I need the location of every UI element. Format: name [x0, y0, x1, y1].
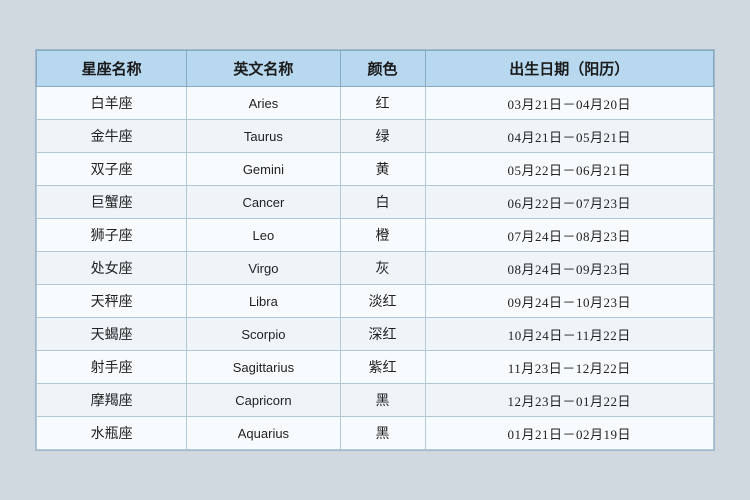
- zodiac-en: Leo: [187, 219, 340, 252]
- zodiac-color: 紫红: [340, 351, 425, 384]
- zodiac-zh: 处女座: [37, 252, 187, 285]
- table-row: 双子座Gemini黄05月22日－06月21日: [37, 153, 714, 186]
- zodiac-color: 绿: [340, 120, 425, 153]
- table-row: 射手座Sagittarius紫红11月23日－12月22日: [37, 351, 714, 384]
- table-header-row: 星座名称 英文名称 颜色 出生日期（阳历）: [37, 51, 714, 87]
- zodiac-zh: 金牛座: [37, 120, 187, 153]
- zodiac-table-wrapper: 星座名称 英文名称 颜色 出生日期（阳历） 白羊座Aries红03月21日－04…: [35, 49, 715, 451]
- zodiac-zh: 狮子座: [37, 219, 187, 252]
- zodiac-zh: 水瓶座: [37, 417, 187, 450]
- zodiac-dates: 10月24日－11月22日: [425, 318, 714, 351]
- col-header-color: 颜色: [340, 51, 425, 87]
- zodiac-color: 红: [340, 87, 425, 120]
- table-row: 天蝎座Scorpio深红10月24日－11月22日: [37, 318, 714, 351]
- zodiac-color: 橙: [340, 219, 425, 252]
- zodiac-dates: 07月24日－08月23日: [425, 219, 714, 252]
- table-row: 水瓶座Aquarius黑01月21日－02月19日: [37, 417, 714, 450]
- table-row: 狮子座Leo橙07月24日－08月23日: [37, 219, 714, 252]
- zodiac-color: 淡红: [340, 285, 425, 318]
- zodiac-table: 星座名称 英文名称 颜色 出生日期（阳历） 白羊座Aries红03月21日－04…: [36, 50, 714, 450]
- zodiac-color: 黑: [340, 384, 425, 417]
- zodiac-color: 深红: [340, 318, 425, 351]
- zodiac-en: Virgo: [187, 252, 340, 285]
- zodiac-en: Libra: [187, 285, 340, 318]
- zodiac-en: Aries: [187, 87, 340, 120]
- zodiac-dates: 08月24日－09月23日: [425, 252, 714, 285]
- zodiac-zh: 射手座: [37, 351, 187, 384]
- zodiac-en: Taurus: [187, 120, 340, 153]
- zodiac-color: 白: [340, 186, 425, 219]
- zodiac-en: Scorpio: [187, 318, 340, 351]
- table-row: 摩羯座Capricorn黑12月23日－01月22日: [37, 384, 714, 417]
- zodiac-dates: 12月23日－01月22日: [425, 384, 714, 417]
- zodiac-en: Capricorn: [187, 384, 340, 417]
- zodiac-dates: 03月21日－04月20日: [425, 87, 714, 120]
- zodiac-color: 黑: [340, 417, 425, 450]
- zodiac-zh: 天蝎座: [37, 318, 187, 351]
- zodiac-dates: 05月22日－06月21日: [425, 153, 714, 186]
- col-header-zh: 星座名称: [37, 51, 187, 87]
- zodiac-en: Cancer: [187, 186, 340, 219]
- zodiac-zh: 天秤座: [37, 285, 187, 318]
- zodiac-dates: 04月21日－05月21日: [425, 120, 714, 153]
- zodiac-color: 黄: [340, 153, 425, 186]
- table-row: 巨蟹座Cancer白06月22日－07月23日: [37, 186, 714, 219]
- col-header-en: 英文名称: [187, 51, 340, 87]
- zodiac-color: 灰: [340, 252, 425, 285]
- zodiac-zh: 双子座: [37, 153, 187, 186]
- col-header-dates: 出生日期（阳历）: [425, 51, 714, 87]
- zodiac-en: Gemini: [187, 153, 340, 186]
- zodiac-dates: 11月23日－12月22日: [425, 351, 714, 384]
- table-row: 处女座Virgo灰08月24日－09月23日: [37, 252, 714, 285]
- zodiac-zh: 巨蟹座: [37, 186, 187, 219]
- zodiac-en: Aquarius: [187, 417, 340, 450]
- zodiac-dates: 06月22日－07月23日: [425, 186, 714, 219]
- zodiac-dates: 09月24日－10月23日: [425, 285, 714, 318]
- zodiac-zh: 白羊座: [37, 87, 187, 120]
- zodiac-zh: 摩羯座: [37, 384, 187, 417]
- table-row: 金牛座Taurus绿04月21日－05月21日: [37, 120, 714, 153]
- table-row: 白羊座Aries红03月21日－04月20日: [37, 87, 714, 120]
- zodiac-en: Sagittarius: [187, 351, 340, 384]
- zodiac-dates: 01月21日－02月19日: [425, 417, 714, 450]
- table-row: 天秤座Libra淡红09月24日－10月23日: [37, 285, 714, 318]
